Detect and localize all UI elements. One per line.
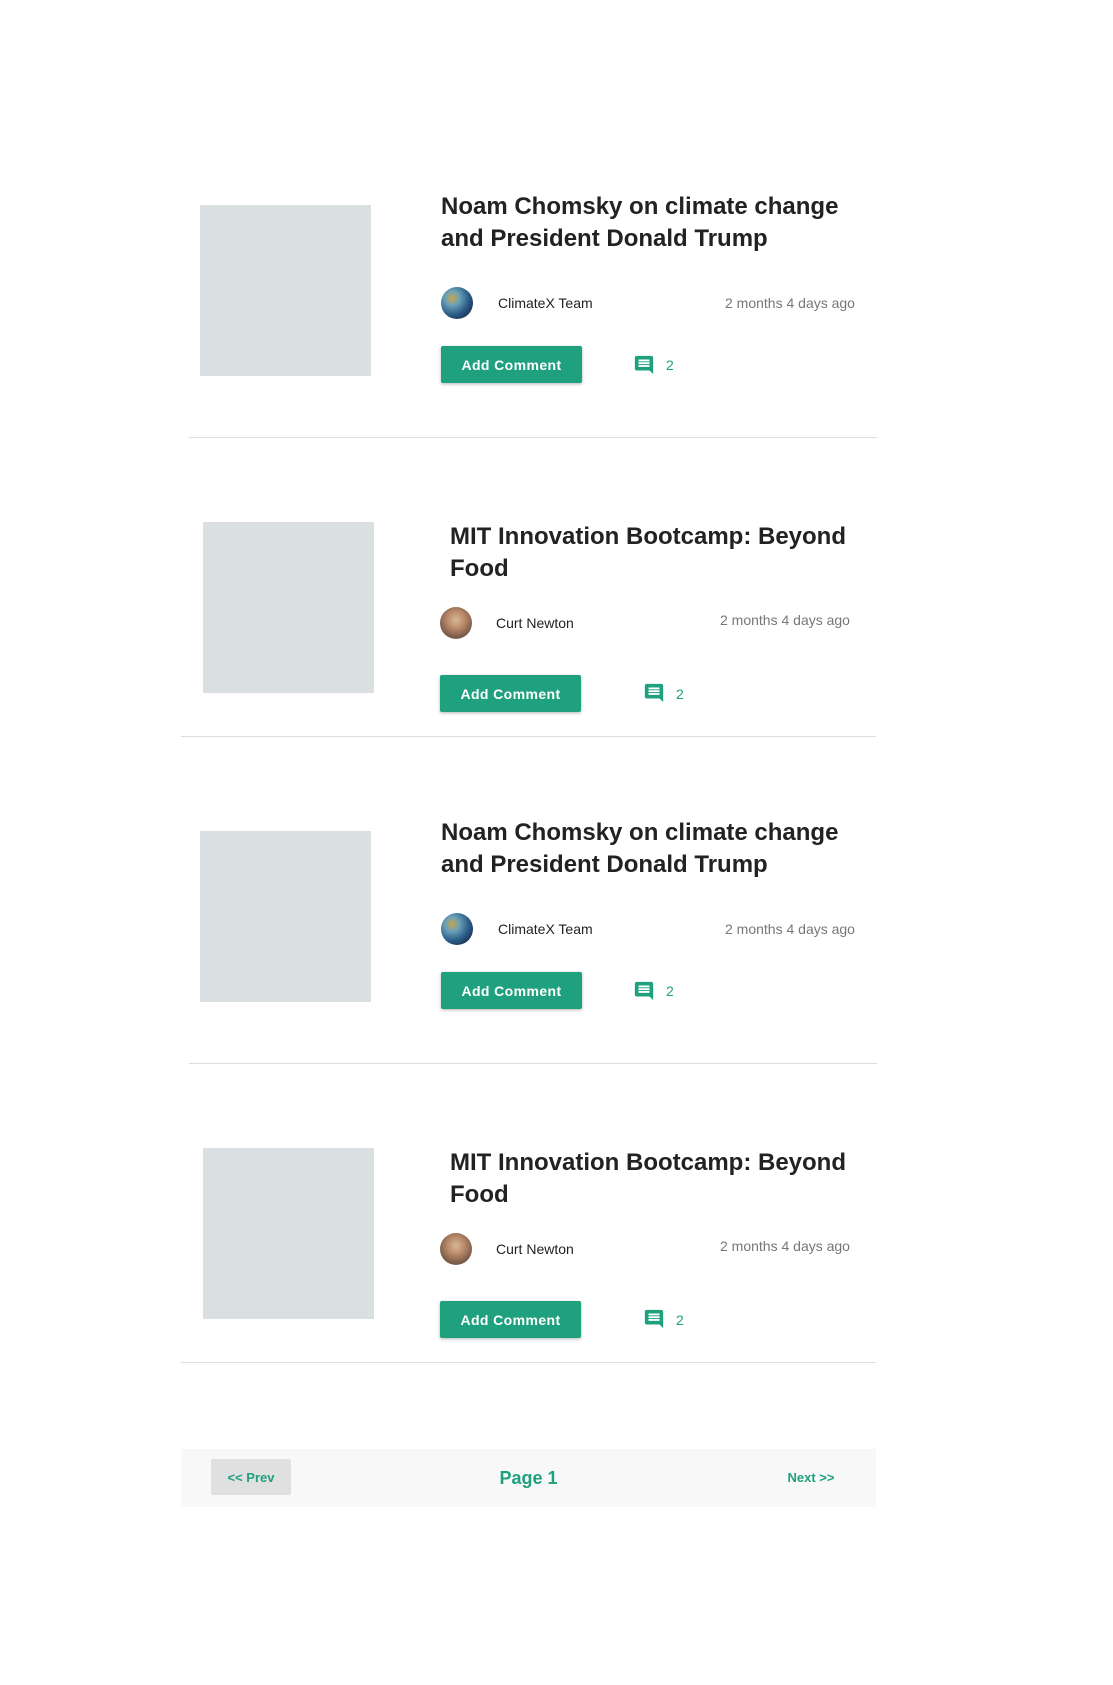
- post-timestamp: 2 months 4 days ago: [720, 1238, 850, 1254]
- earth-avatar: [441, 287, 473, 319]
- post-author[interactable]: ClimateX Team: [498, 920, 593, 938]
- post-title[interactable]: Noam Chomsky on climate change and Presi…: [441, 817, 851, 881]
- post-title[interactable]: Noam Chomsky on climate change and Presi…: [441, 191, 851, 255]
- comment-icon[interactable]: [643, 682, 665, 704]
- comment-count[interactable]: 2: [676, 685, 684, 703]
- post-title[interactable]: MIT Innovation Bootcamp: Beyond Food: [450, 1147, 860, 1211]
- post-title[interactable]: MIT Innovation Bootcamp: Beyond Food: [450, 521, 860, 585]
- post-thumbnail[interactable]: [203, 1148, 374, 1319]
- post-author[interactable]: Curt Newton: [496, 1240, 574, 1258]
- comment-icon[interactable]: [633, 980, 655, 1002]
- post-timestamp: 2 months 4 days ago: [720, 612, 850, 628]
- add-comment-button[interactable]: Add Comment: [440, 1301, 581, 1338]
- earth-avatar: [441, 913, 473, 945]
- person-avatar: [440, 607, 472, 639]
- post-timestamp: 2 months 4 days ago: [725, 921, 855, 937]
- add-comment-button[interactable]: Add Comment: [440, 675, 581, 712]
- post-author[interactable]: ClimateX Team: [498, 294, 593, 312]
- comment-count[interactable]: 2: [666, 982, 674, 1000]
- comment-count[interactable]: 2: [666, 356, 674, 374]
- post-author[interactable]: Curt Newton: [496, 614, 574, 632]
- comment-count[interactable]: 2: [676, 1311, 684, 1329]
- comment-icon[interactable]: [643, 1308, 665, 1330]
- comment-icon[interactable]: [633, 354, 655, 376]
- post-divider: [189, 437, 877, 438]
- post-thumbnail[interactable]: [200, 205, 371, 376]
- pagination-bar: << Prev Page 1 Next >>: [181, 1449, 876, 1507]
- post-divider: [189, 1063, 877, 1064]
- add-comment-button[interactable]: Add Comment: [441, 972, 582, 1009]
- person-avatar: [440, 1233, 472, 1265]
- post-thumbnail[interactable]: [203, 522, 374, 693]
- post-timestamp: 2 months 4 days ago: [725, 295, 855, 311]
- post-list-page: Noam Chomsky on climate change and Presi…: [0, 0, 1113, 1685]
- post-thumbnail[interactable]: [200, 831, 371, 1002]
- current-page-label: Page 1: [499, 1468, 558, 1488]
- add-comment-button[interactable]: Add Comment: [441, 346, 582, 383]
- post-divider: [181, 736, 876, 737]
- post-divider: [181, 1362, 876, 1363]
- next-page-button[interactable]: Next >>: [776, 1459, 846, 1495]
